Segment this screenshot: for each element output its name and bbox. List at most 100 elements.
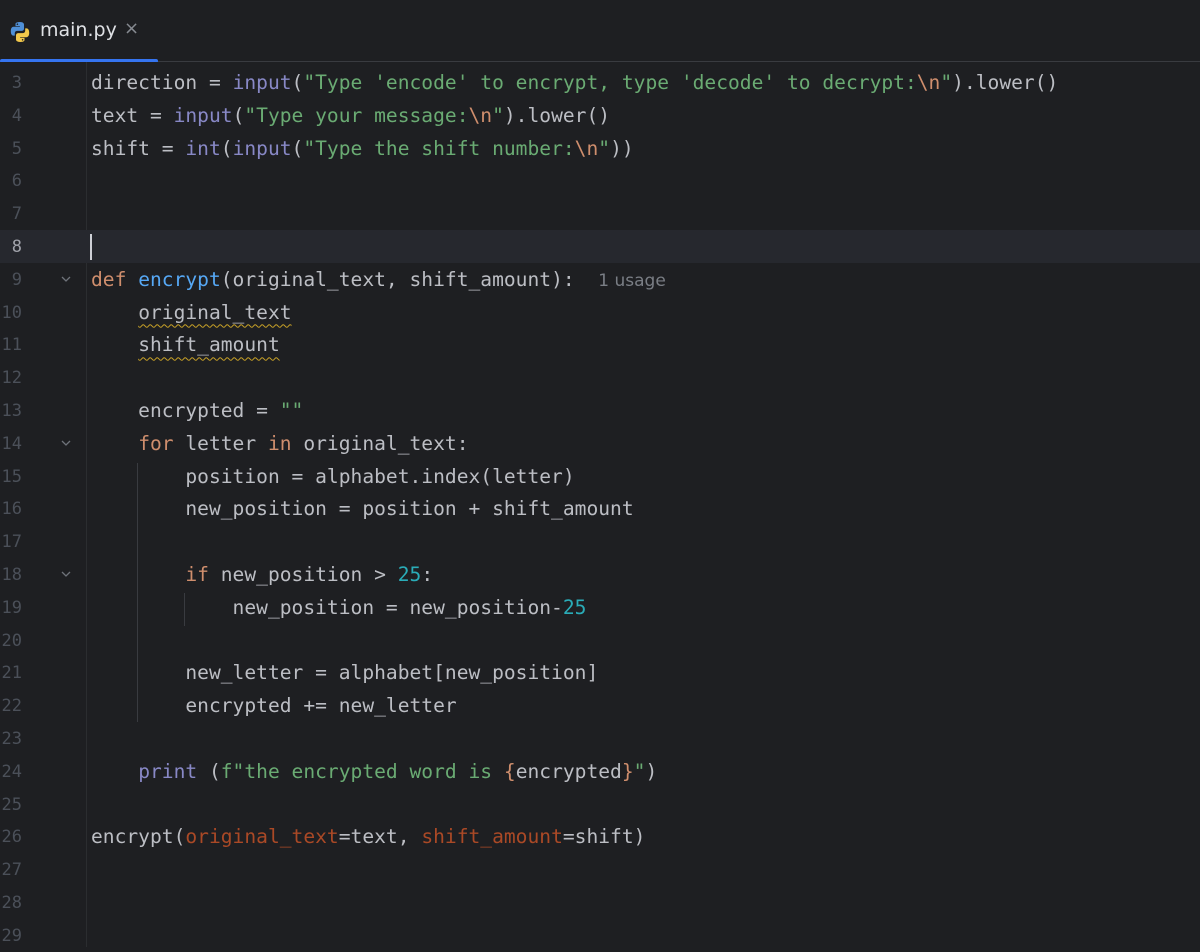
line-number[interactable]: 6 — [0, 171, 22, 191]
code-token: original_text: — [303, 431, 469, 455]
line-number[interactable]: 27 — [0, 860, 22, 880]
code-token: \n — [468, 103, 493, 127]
line-number[interactable]: 16 — [0, 499, 22, 519]
line-number[interactable]: 18 — [0, 565, 22, 585]
code-token: " — [598, 136, 611, 160]
text-caret — [90, 234, 92, 260]
code-line[interactable]: 15 position = alphabet.index(letter) — [0, 460, 1200, 493]
editor-tab-bar: main.py × — [0, 0, 1200, 63]
code-token: letter — [185, 431, 268, 455]
code-line[interactable]: 5 shift = int(input("Type the shift numbe… — [0, 132, 1200, 165]
code-line[interactable]: 17 — [0, 525, 1200, 558]
line-number[interactable]: 9 — [0, 270, 22, 290]
code-line[interactable]: 19 new_position = new_position-25 — [0, 591, 1200, 624]
line-number[interactable]: 13 — [0, 401, 22, 421]
code-token: f"the encrypted word is — [220, 759, 504, 783]
line-number[interactable]: 23 — [0, 729, 22, 749]
code-token: new_letter = alphabet[new_position] — [91, 661, 599, 685]
code-line[interactable]: 28 — [0, 886, 1200, 919]
code-token: =shift) — [562, 825, 646, 849]
code-token: encrypted += new_letter — [91, 694, 457, 718]
code-token: new_position > — [220, 563, 398, 586]
code-token: input — [232, 136, 292, 160]
line-number[interactable]: 12 — [0, 368, 22, 388]
code-line[interactable]: 20 — [0, 624, 1200, 657]
code-editor[interactable]: 3 direction = input("Type 'encode' to enc… — [0, 62, 1200, 947]
code-token: new_position = position + shift_amount — [91, 497, 634, 521]
code-text: encrypted += new_letter — [91, 694, 457, 718]
line-number[interactable]: 4 — [0, 106, 22, 126]
line-number[interactable]: 28 — [0, 893, 22, 913]
line-number[interactable]: 5 — [0, 139, 22, 159]
code-token: \n — [574, 136, 599, 160]
code-text: original_text — [91, 300, 292, 324]
code-token: original_text — [138, 300, 292, 324]
tab-main-py[interactable]: main.py × — [0, 0, 158, 63]
code-token: encrypted = — [91, 399, 280, 422]
code-text: position = alphabet.index(letter) — [91, 464, 575, 488]
code-line[interactable]: 8 — [0, 230, 1200, 263]
code-token: encrypt — [138, 267, 221, 291]
code-line[interactable]: 16 new_position = position + shift_amoun… — [0, 492, 1200, 525]
code-line[interactable]: 22 encrypted += new_letter — [0, 689, 1200, 722]
line-number[interactable]: 14 — [0, 434, 22, 454]
fold-chevron-icon[interactable] — [59, 436, 73, 450]
line-number[interactable]: 29 — [0, 926, 22, 946]
code-token: def — [91, 267, 139, 291]
line-number[interactable]: 11 — [0, 335, 22, 355]
code-line[interactable]: 3 direction = input("Type 'encode' to enc… — [0, 66, 1200, 99]
line-number[interactable]: 24 — [0, 762, 22, 782]
line-number[interactable]: 17 — [0, 532, 22, 552]
line-number[interactable]: 25 — [0, 795, 22, 815]
code-line[interactable]: 9 def encrypt(original_text, shift_amount… — [0, 263, 1200, 296]
line-number[interactable]: 26 — [0, 827, 22, 847]
code-token: 25 — [397, 563, 422, 586]
line-number[interactable]: 19 — [0, 598, 22, 618]
line-number[interactable]: 22 — [0, 696, 22, 716]
close-icon[interactable]: × — [124, 18, 139, 39]
code-line[interactable]: 21 new_letter = alphabet[new_position] — [0, 656, 1200, 689]
line-number[interactable]: 20 — [0, 631, 22, 651]
code-text: if new_position > 25: — [91, 563, 433, 586]
code-token: ( — [232, 103, 245, 127]
code-line[interactable]: 27 — [0, 853, 1200, 886]
code-line[interactable]: 10 original_text — [0, 296, 1200, 329]
fold-chevron-icon[interactable] — [59, 567, 73, 581]
code-token: )) — [610, 136, 634, 160]
code-line[interactable]: 26 encrypt(original_text=text, shift_amou… — [0, 820, 1200, 853]
line-number[interactable]: 10 — [0, 303, 22, 323]
code-token: =text, — [338, 825, 422, 849]
code-line[interactable]: 4 text = input("Type your message:\n").lo… — [0, 99, 1200, 132]
code-line[interactable]: 18 if new_position > 25: — [0, 558, 1200, 591]
tab-filename: main.py — [40, 19, 117, 41]
code-token: " — [940, 71, 953, 94]
code-line[interactable]: 13 encrypted = "" — [0, 394, 1200, 427]
code-token: ( — [291, 136, 304, 160]
line-number[interactable]: 15 — [0, 467, 22, 487]
code-token: shift_amount — [421, 825, 563, 849]
code-token: position = alphabet.index(letter) — [91, 464, 575, 488]
code-text: encrypt(original_text=text, shift_amount… — [91, 825, 645, 848]
code-line[interactable]: 7 — [0, 197, 1200, 230]
indent-guide — [184, 593, 185, 626]
code-line[interactable]: 12 — [0, 361, 1200, 394]
code-token: int — [185, 136, 221, 160]
fold-chevron-icon[interactable] — [59, 272, 73, 286]
code-token: "Type the shift number: — [303, 136, 575, 160]
code-line[interactable]: 24 print (f"the encrypted word is {encry… — [0, 755, 1200, 788]
code-line[interactable]: 23 — [0, 722, 1200, 755]
usage-hint[interactable]: 1 usage — [598, 271, 666, 291]
code-token: input — [173, 103, 233, 127]
code-line[interactable]: 11 shift_amount — [0, 328, 1200, 361]
line-number[interactable]: 21 — [0, 663, 22, 683]
line-number[interactable]: 3 — [0, 73, 22, 93]
code-line[interactable]: 25 — [0, 788, 1200, 821]
code-text: direction = input("Type 'encode' to encr… — [91, 71, 1058, 94]
code-line[interactable]: 6 — [0, 164, 1200, 197]
line-number[interactable]: 8 — [0, 237, 22, 257]
code-line[interactable]: 14 for letter in original_text: — [0, 427, 1200, 460]
code-token: ).lower() — [503, 103, 611, 127]
code-token: ) — [645, 759, 658, 783]
line-number[interactable]: 7 — [0, 204, 22, 224]
